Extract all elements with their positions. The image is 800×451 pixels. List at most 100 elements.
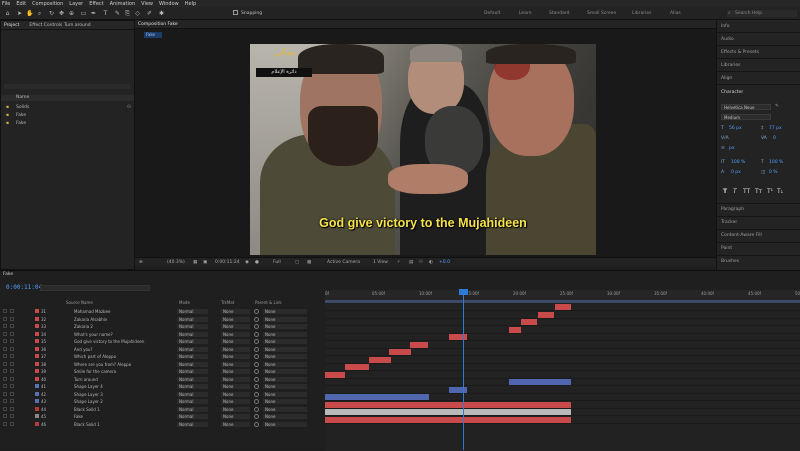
visibility-toggle[interactable] xyxy=(3,406,7,411)
lock-toggle[interactable] xyxy=(10,369,14,373)
font-style-select[interactable]: Medium xyxy=(721,114,771,120)
panel-info[interactable]: Info xyxy=(721,24,730,29)
label-color-swatch[interactable] xyxy=(35,346,39,351)
trkmat-select[interactable]: None xyxy=(221,361,250,367)
layer-bar[interactable] xyxy=(325,371,345,378)
layer-bar[interactable] xyxy=(389,349,411,355)
horizontal-scale-value[interactable]: 100 % xyxy=(769,160,783,165)
trkmat-select[interactable]: None xyxy=(221,384,250,389)
layer-bar[interactable] xyxy=(345,364,369,370)
blend-mode-select[interactable]: Normal xyxy=(177,331,208,337)
menu-composition[interactable]: Composition xyxy=(32,1,63,7)
pickwhip-icon[interactable] xyxy=(254,391,259,397)
pickwhip-icon[interactable] xyxy=(254,406,259,412)
parent-select[interactable]: None xyxy=(263,354,307,359)
layer-name[interactable]: Zakaria Alsabhin xyxy=(74,317,107,322)
snapping-checkbox[interactable] xyxy=(233,10,238,15)
color-channel-icon[interactable]: ● xyxy=(255,260,259,265)
layer-row[interactable]: 43 Shape Layer 2 Normal None None xyxy=(0,398,322,405)
label-color-swatch[interactable] xyxy=(35,369,39,373)
fast-preview-icon[interactable]: ⚡ xyxy=(397,260,400,265)
puppet-tool-icon[interactable]: ✱ xyxy=(158,10,165,17)
timeline-icon[interactable]: ▤ xyxy=(409,260,413,265)
workspace-alias[interactable]: Alias xyxy=(670,11,681,16)
layer-name[interactable]: Which part of Aleppo xyxy=(74,354,116,359)
rotate-tool-icon[interactable]: ↻ xyxy=(48,10,55,17)
trkmat-select[interactable]: None xyxy=(221,324,250,329)
layer-name[interactable]: Shape Layer 4 xyxy=(74,384,103,389)
video-frame[interactable]: معالي دائرة الإعلام God give victory to … xyxy=(250,44,596,255)
brush-tool-icon[interactable]: ✎ xyxy=(114,10,121,17)
menu-help[interactable]: Help xyxy=(185,1,196,7)
parent-select[interactable]: None xyxy=(263,391,307,397)
trkmat-select[interactable]: None xyxy=(221,414,250,419)
label-color-swatch[interactable] xyxy=(35,376,39,381)
layer-row[interactable]: 46 Black Solid 1 Normal None None xyxy=(0,421,322,428)
eraser-tool-icon[interactable]: ◇ xyxy=(134,10,141,17)
blend-mode-select[interactable]: Normal xyxy=(177,339,208,344)
visibility-toggle[interactable] xyxy=(3,316,7,321)
trkmat-select[interactable]: None xyxy=(221,391,250,397)
parent-select[interactable]: None xyxy=(263,309,307,314)
tab-composition[interactable]: Composition Fake xyxy=(138,22,178,27)
menu-animation[interactable]: Animation xyxy=(110,1,136,7)
label-color-swatch[interactable] xyxy=(35,421,39,426)
trkmat-select[interactable]: None xyxy=(221,339,250,344)
menu-window[interactable]: Window xyxy=(159,1,179,7)
pen-tool-icon[interactable]: ✒ xyxy=(90,10,97,17)
type-tool-icon[interactable]: T xyxy=(102,10,109,17)
parent-select[interactable]: None xyxy=(263,361,307,367)
layer-name[interactable]: Black Solid 1 xyxy=(74,407,100,412)
pickwhip-icon[interactable] xyxy=(254,384,259,389)
parent-select[interactable]: None xyxy=(263,376,307,382)
panel-character[interactable]: Character xyxy=(721,90,743,95)
lock-toggle[interactable] xyxy=(10,324,14,328)
exposure-value[interactable]: +0.0 xyxy=(439,260,450,265)
camera-tool-icon[interactable]: ✥ xyxy=(58,10,65,17)
layer-bar[interactable] xyxy=(325,416,571,423)
eyedropper-icon[interactable]: ✎ xyxy=(775,104,779,109)
lock-toggle[interactable] xyxy=(10,384,14,388)
layer-name[interactable]: Where are you from? Aleppo xyxy=(74,362,131,367)
blend-mode-select[interactable]: Normal xyxy=(177,369,208,374)
layer-name[interactable]: Smile for the camera xyxy=(74,369,116,374)
pickwhip-icon[interactable] xyxy=(254,309,259,314)
label-color-swatch[interactable] xyxy=(35,399,39,403)
lock-toggle[interactable] xyxy=(10,309,14,313)
layer-bar[interactable] xyxy=(538,311,554,318)
label-color-swatch[interactable] xyxy=(35,384,39,388)
visibility-toggle[interactable] xyxy=(3,391,7,396)
visibility-toggle[interactable] xyxy=(3,339,7,343)
layer-row[interactable]: 36 And you? Normal None None xyxy=(0,346,322,353)
blend-mode-select[interactable]: Normal xyxy=(177,406,208,412)
visibility-toggle[interactable] xyxy=(3,309,7,313)
visibility-toggle[interactable] xyxy=(3,324,7,328)
baseline-value[interactable]: 0 px xyxy=(731,170,741,175)
lock-toggle[interactable] xyxy=(10,361,14,366)
label-color-swatch[interactable] xyxy=(35,361,39,366)
panel-brushes[interactable]: Brushes xyxy=(721,259,739,264)
grid-icon[interactable]: ▦ xyxy=(193,260,197,265)
transparency-icon[interactable]: ▩ xyxy=(307,260,311,265)
layer-bar[interactable] xyxy=(325,394,429,400)
time-ruler[interactable]: 0f 05:00f 10:00f 15:00f 20:00f 25:00f 30:00f 35… xyxy=(325,290,800,300)
parent-select[interactable]: None xyxy=(263,339,307,344)
selection-tool-icon[interactable]: ➤ xyxy=(16,10,23,17)
pan-behind-tool-icon[interactable]: ⊕ xyxy=(68,10,75,17)
trkmat-select[interactable]: None xyxy=(221,346,250,352)
layer-bar[interactable] xyxy=(449,386,467,393)
layer-bar[interactable] xyxy=(509,326,521,333)
pickwhip-icon[interactable] xyxy=(254,399,259,404)
layer-row[interactable]: 35 God give victory to the Mujahideen Norm… xyxy=(0,338,322,345)
menu-file[interactable]: File xyxy=(2,1,10,7)
panel-align[interactable]: Align xyxy=(721,76,732,81)
blend-mode-select[interactable]: Normal xyxy=(177,376,208,382)
visibility-toggle[interactable] xyxy=(3,399,7,403)
layer-name[interactable]: What's your name? xyxy=(74,332,113,337)
layer-name[interactable]: God give victory to the Mujahideen xyxy=(74,339,144,344)
workspace-libraries[interactable]: Libraries xyxy=(632,11,651,16)
pickwhip-icon[interactable] xyxy=(254,414,259,419)
parent-select[interactable]: None xyxy=(263,421,307,427)
lock-toggle[interactable] xyxy=(10,339,14,343)
resolution-select[interactable]: Full xyxy=(273,260,281,265)
